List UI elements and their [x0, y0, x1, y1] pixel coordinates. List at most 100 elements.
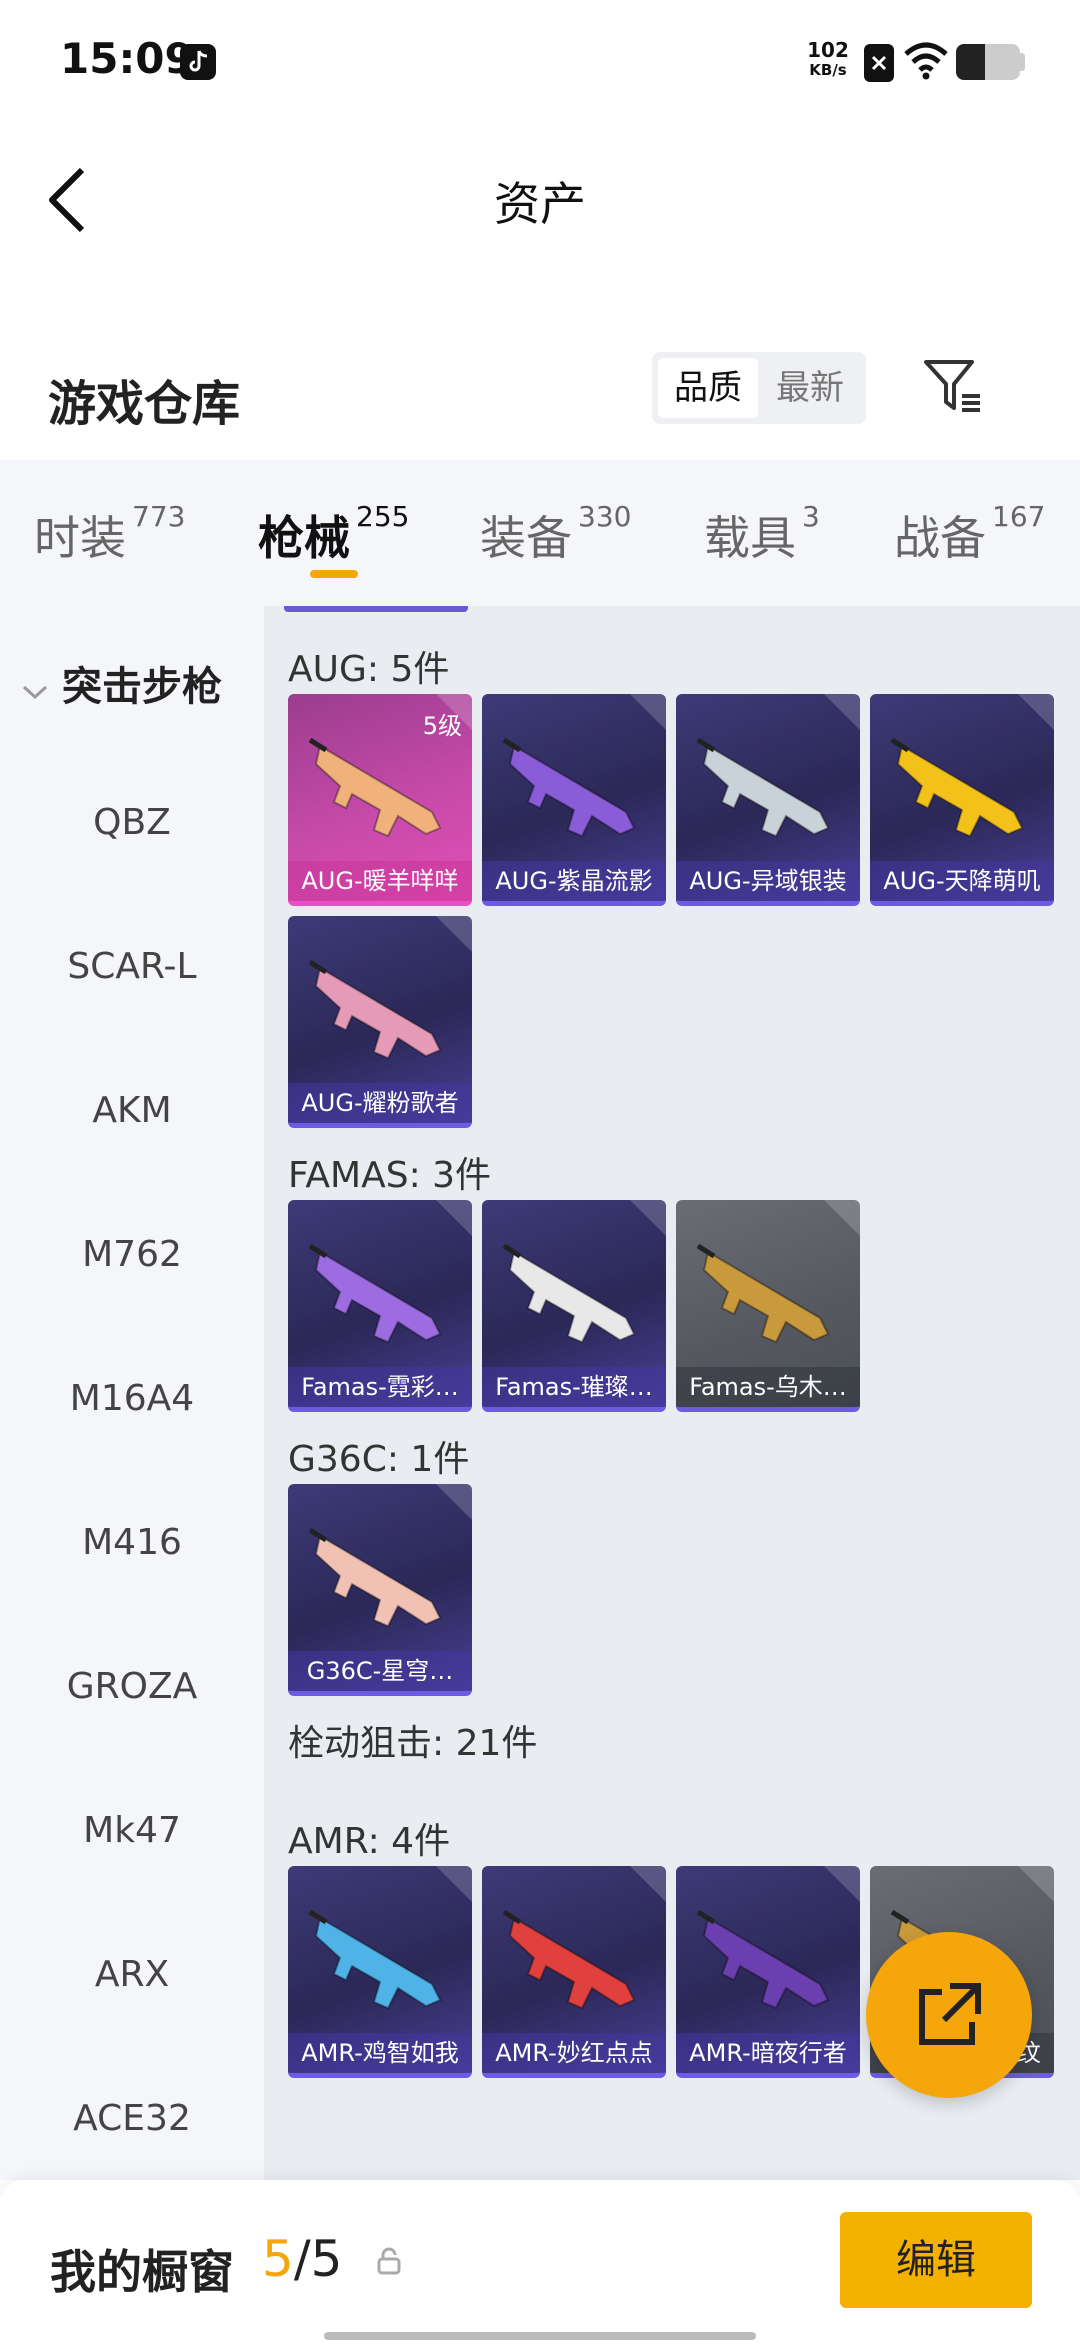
tab-fashion[interactable]: 时装 773: [34, 500, 185, 568]
tab-count: 3: [802, 500, 820, 533]
skin-name: AMR-鸡智如我: [288, 2033, 472, 2073]
tab-count: 255: [356, 500, 410, 533]
battery-level: [956, 44, 985, 80]
wifi-icon: [904, 42, 948, 84]
chevron-down-icon: [20, 666, 50, 712]
weapon-skin-icon: [502, 1243, 636, 1344]
skin-card[interactable]: AUG-天降萌叽: [870, 694, 1054, 906]
skin-level-badge: 5级: [422, 712, 462, 740]
tab-firearms[interactable]: 枪械 255: [258, 500, 409, 568]
skin-card[interactable]: AUG-异域银装: [676, 694, 860, 906]
skin-card[interactable]: Famas-乌木…: [676, 1200, 860, 1412]
skin-card[interactable]: AMR-鸡智如我: [288, 1866, 472, 2078]
tab-label: 枪械: [258, 511, 350, 565]
weapon-skin-icon: [502, 737, 636, 838]
skin-name: G36C-星穹…: [288, 1651, 472, 1691]
edit-button[interactable]: 编辑: [840, 2212, 1032, 2308]
tab-count: 773: [132, 500, 186, 533]
share-button[interactable]: [866, 1932, 1032, 2098]
warehouse-title: 游戏仓库: [48, 376, 241, 432]
tab-equipment[interactable]: 装备 330: [480, 500, 631, 568]
sim-disabled-icon: [864, 44, 894, 82]
skin-name: AUG-天降萌叽: [870, 861, 1054, 901]
weapon-skin-icon: [696, 1909, 830, 2010]
network-speed-unit: KB/s: [809, 61, 847, 79]
tab-label: 时装: [34, 511, 126, 565]
skin-card[interactable]: AMR-妙红点点: [482, 1866, 666, 2078]
skin-name: Famas-乌木…: [676, 1367, 860, 1407]
unlock-icon: [374, 2246, 404, 2280]
tab-count: 330: [578, 500, 632, 533]
previous-card-edge: [284, 606, 468, 612]
status-time: 15:09: [60, 34, 194, 83]
sidebar-item-scar-l[interactable]: SCAR-L: [0, 946, 264, 987]
app-header: 资产: [0, 120, 1080, 280]
sort-option-newest[interactable]: 最新: [760, 358, 860, 418]
skin-name: AUG-紫晶流影: [482, 861, 666, 901]
tab-indicator: [310, 570, 358, 578]
group-title: AUG: 5件: [288, 649, 450, 690]
skin-card[interactable]: Famas-璀璨…: [482, 1200, 666, 1412]
tab-label: 战备: [894, 511, 986, 565]
weapon-skin-icon: [890, 737, 1024, 838]
tab-vehicles[interactable]: 载具 3: [704, 500, 820, 568]
sidebar-item-m16a4[interactable]: M16A4: [0, 1378, 264, 1419]
sidebar-item-mk47[interactable]: Mk47: [0, 1810, 264, 1851]
skin-card[interactable]: AMR-暗夜行者: [676, 1866, 860, 2078]
weapon-type-sidebar: 突击步枪 QBZ SCAR-L AKM M762 M16A4 M416 GROZ…: [0, 606, 264, 2180]
skin-card[interactable]: G36C-星穹…: [288, 1484, 472, 1696]
home-indicator[interactable]: [324, 2332, 756, 2340]
skin-card[interactable]: AUG-耀粉歌者: [288, 916, 472, 1128]
skin-name: AUG-耀粉歌者: [288, 1083, 472, 1123]
status-bar: 15:09 102 KB/s: [0, 0, 1080, 120]
page-title: 资产: [494, 177, 586, 231]
sidebar-item-groza[interactable]: GROZA: [0, 1666, 264, 1707]
showcase-current: 5: [262, 2230, 294, 2288]
showcase-label: 我的橱窗: [50, 2245, 234, 2299]
skin-name: AUG-异域银装: [676, 861, 860, 901]
showcase-total: 5: [310, 2230, 343, 2288]
skin-name: AUG-暖羊咩咩: [288, 861, 472, 901]
weapon-skin-icon: [308, 1243, 442, 1344]
sidebar-item-m416[interactable]: M416: [0, 1522, 264, 1563]
weapon-skin-icon: [308, 1527, 442, 1628]
tab-count: 167: [992, 500, 1046, 533]
skin-card[interactable]: AUG-紫晶流影: [482, 694, 666, 906]
sidebar-item-m762[interactable]: M762: [0, 1234, 264, 1275]
group-title: G36C: 1件: [288, 1439, 470, 1480]
filter-icon[interactable]: [920, 354, 984, 422]
tab-label: 载具: [704, 511, 796, 565]
skin-name: AMR-暗夜行者: [676, 2033, 860, 2073]
share-external-icon: [919, 1983, 981, 2045]
tiktok-icon: [180, 44, 216, 80]
weapon-skin-icon: [502, 1909, 636, 2010]
sidebar-item-qbz[interactable]: QBZ: [0, 802, 264, 843]
skin-name: Famas-璀璨…: [482, 1367, 666, 1407]
weapon-skin-icon: [696, 1243, 830, 1344]
warehouse-header: 游戏仓库 品质 最新: [0, 330, 1080, 460]
sidebar-item-akm[interactable]: AKM: [0, 1090, 264, 1131]
showcase-count: 5/5: [262, 2230, 342, 2288]
sort-toggle: 品质 最新: [652, 352, 866, 424]
category-tabs: 时装 773 枪械 255 装备 330 载具 3 战备 167: [0, 460, 1080, 606]
weapon-skin-icon: [696, 737, 830, 838]
group-title: AMR: 4件: [288, 1821, 451, 1862]
sidebar-group-assault-rifles[interactable]: 突击步枪: [20, 654, 222, 712]
tab-label: 装备: [480, 511, 572, 565]
skin-card[interactable]: 5级 AUG-暖羊咩咩: [288, 694, 472, 906]
sort-option-quality[interactable]: 品质: [658, 358, 758, 418]
network-speed-value: 102: [807, 38, 849, 62]
battery-cap: [1020, 53, 1025, 71]
battery-icon: [956, 44, 1020, 80]
tab-tactical[interactable]: 战备 167: [894, 500, 1045, 568]
weapon-skin-icon: [308, 1909, 442, 2010]
sidebar-item-ace32[interactable]: ACE32: [0, 2098, 264, 2139]
showcase-separator: /: [293, 2230, 311, 2288]
sidebar-item-arx[interactable]: ARX: [0, 1954, 264, 1995]
skin-card[interactable]: Famas-霓彩…: [288, 1200, 472, 1412]
sidebar-group-label: 突击步枪: [62, 664, 222, 710]
skin-name: Famas-霓彩…: [288, 1367, 472, 1407]
weapon-skin-icon: [308, 959, 442, 1060]
showcase-bar: 我的橱窗 5/5 编辑: [0, 2180, 1080, 2344]
network-speed: 102 KB/s: [800, 40, 856, 80]
